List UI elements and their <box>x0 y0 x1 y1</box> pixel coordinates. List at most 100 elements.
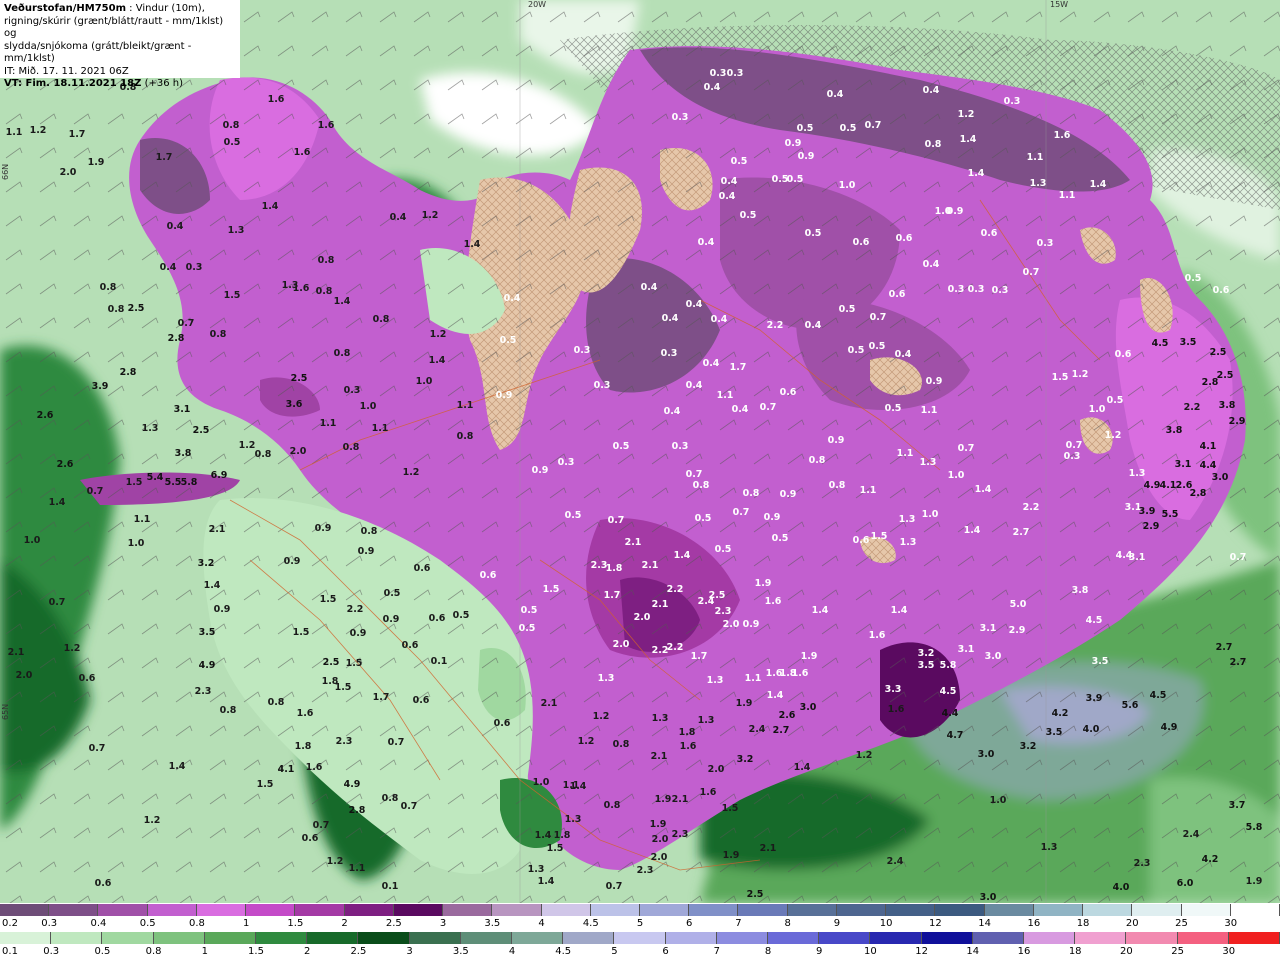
precip-value-label: 0.4 <box>923 259 940 270</box>
precip-value-label: 0.4 <box>390 212 407 223</box>
precip-value-label: 1.4 <box>1090 179 1107 190</box>
snow-tick-label: 16 <box>1027 918 1041 929</box>
precip-value-label: 2.8 <box>1202 377 1219 388</box>
precip-value-label: 1.1 <box>349 863 366 874</box>
precip-value-label: 1.3 <box>598 673 615 684</box>
precip-value-label: 0.5 <box>500 335 517 346</box>
legend-rain-ticks: 0.1 0.3 0.5 0.8 1 1.5 2 2.5 3 3.5 4 4.5 5 6 7 8 9 10 12 14 1… <box>0 946 1280 959</box>
precip-value-label: 1.4 <box>891 605 908 616</box>
precip-value-label: 1.9 <box>723 850 740 861</box>
precip-value-label: 2.9 <box>1143 521 1160 532</box>
precip-value-label: 0.3 <box>186 262 203 273</box>
precip-value-label: 1.8 <box>554 830 571 841</box>
precip-legend: 0.2 0.3 0.4 0.5 0.8 1 1.5 2 2.5 3 3.5 4 4.5 5 6 7 8 9 10 12… <box>0 903 1280 960</box>
precip-value-label: 1.9 <box>736 698 753 709</box>
precip-value-label: 4.9 <box>344 779 361 790</box>
snow-swatch <box>1230 904 1280 916</box>
precip-value-label: 1.5 <box>335 682 352 693</box>
precip-value-label: 1.1 <box>1059 190 1076 201</box>
rain-swatch <box>972 932 1024 944</box>
snow-swatch <box>443 904 493 916</box>
snow-swatch <box>393 904 444 916</box>
precip-value-label: 2.9 <box>1229 416 1246 427</box>
precip-value-label: 1.4 <box>960 134 977 145</box>
precip-value-label: 3.0 <box>980 892 997 903</box>
snow-tick-label: 0.4 <box>90 918 107 929</box>
precip-value-label: 1.0 <box>948 470 965 481</box>
snow-tick-label: 7 <box>735 918 742 929</box>
rain-tick-label: 16 <box>1017 946 1031 957</box>
precip-value-label: 1.4 <box>570 781 587 792</box>
precip-value-label: 0.3 <box>594 380 611 391</box>
precip-value-label: 2.3 <box>672 829 689 840</box>
precip-value-label: 0.5 <box>839 304 856 315</box>
precip-value-label: 0.4 <box>160 262 177 273</box>
precip-value-label: 0.8 <box>100 282 117 293</box>
precip-value-label: 0.4 <box>711 314 728 325</box>
precip-value-label: 0.5 <box>848 345 865 356</box>
precip-value-label: 1.2 <box>144 815 161 826</box>
snow-swatch <box>1132 904 1182 916</box>
precip-value-label: 2.5 <box>193 425 210 436</box>
precip-value-label: 1.6 <box>1054 130 1071 141</box>
info-title: Veðurstofan/HM750m <box>4 3 126 14</box>
precip-value-label: 5.5 <box>1162 509 1179 520</box>
precip-value-label: 1.5 <box>547 843 564 854</box>
precip-value-label: 1.3 <box>698 715 715 726</box>
precip-value-label: 1.1 <box>372 423 389 434</box>
snow-swatch <box>935 904 985 916</box>
precip-value-label: 3.0 <box>978 749 995 760</box>
precip-value-label: 2.1 <box>8 647 25 658</box>
precip-value-label: 0.8 <box>829 480 846 491</box>
precip-value-label: 0.6 <box>402 640 419 651</box>
precip-value-label: 0.9 <box>214 604 231 615</box>
snow-tick-label: 0.8 <box>188 918 205 929</box>
precip-value-label: 0.9 <box>764 512 781 523</box>
precip-value-label: 3.2 <box>918 648 935 659</box>
precip-value-label: 1.6 <box>888 704 905 715</box>
info-valid-time-line: VT: Fim. 18.11.2021 18Z (+36 h) <box>4 78 236 91</box>
rain-tick-label: 8 <box>764 946 772 957</box>
rain-tick-label: 0.3 <box>43 946 60 957</box>
precip-value-label: 1.7 <box>69 129 86 140</box>
precip-value-label: 0.6 <box>1115 349 1132 360</box>
precip-value-label: 2.0 <box>16 670 33 681</box>
precip-value-label: 1.3 <box>1129 468 1146 479</box>
snow-tick-label: 8 <box>784 918 791 929</box>
precip-value-label: 0.5 <box>1107 395 1124 406</box>
precip-value-label: 1.6 <box>765 596 782 607</box>
precip-value-label: 1.7 <box>373 692 390 703</box>
precip-value-label: 0.7 <box>733 507 750 518</box>
precip-value-label: 2.1 <box>642 560 659 571</box>
precip-value-label: 0.8 <box>743 488 760 499</box>
snow-tick-label: 4 <box>538 918 545 929</box>
snow-swatch <box>1083 904 1133 916</box>
precip-value-label: 0.7 <box>401 801 418 812</box>
precip-value-label: 1.8 <box>606 563 623 574</box>
precip-value-label: 0.6 <box>494 718 511 729</box>
precip-value-label: 0.9 <box>828 435 845 446</box>
precip-value-label: 1.0 <box>922 509 939 520</box>
snow-tick-label: 12 <box>929 918 942 929</box>
precip-value-label: 0.5 <box>885 403 902 414</box>
precip-value-label: 0.8 <box>361 526 378 537</box>
precip-value-label: 0.9 <box>798 151 815 162</box>
precip-value-label: 0.7 <box>1066 440 1083 451</box>
precip-value-label: 0.4 <box>686 299 703 310</box>
snow-swatch <box>640 904 690 916</box>
precip-value-label: 0.6 <box>302 833 319 844</box>
rain-tick-label: 10 <box>864 946 877 957</box>
precip-value-label: 1.3 <box>652 713 669 724</box>
precip-value-label: 3.8 <box>1166 425 1183 436</box>
precip-value-label: 2.9 <box>1009 625 1026 636</box>
precip-value-label: 2.0 <box>60 167 77 178</box>
precip-value-label: 3.0 <box>1212 472 1229 483</box>
precip-value-label: 0.6 <box>853 535 870 546</box>
snow-tick-label: 3.5 <box>484 918 501 929</box>
precip-value-label: 0.8 <box>108 304 125 315</box>
precip-value-label: 1.2 <box>422 210 439 221</box>
rain-tick-label: 2 <box>304 946 311 957</box>
snow-swatch <box>738 904 788 916</box>
map-info-box: Veðurstofan/HM750m : Vindur (10m), rigni… <box>0 0 240 89</box>
precip-value-label: 1.3 <box>528 864 545 875</box>
